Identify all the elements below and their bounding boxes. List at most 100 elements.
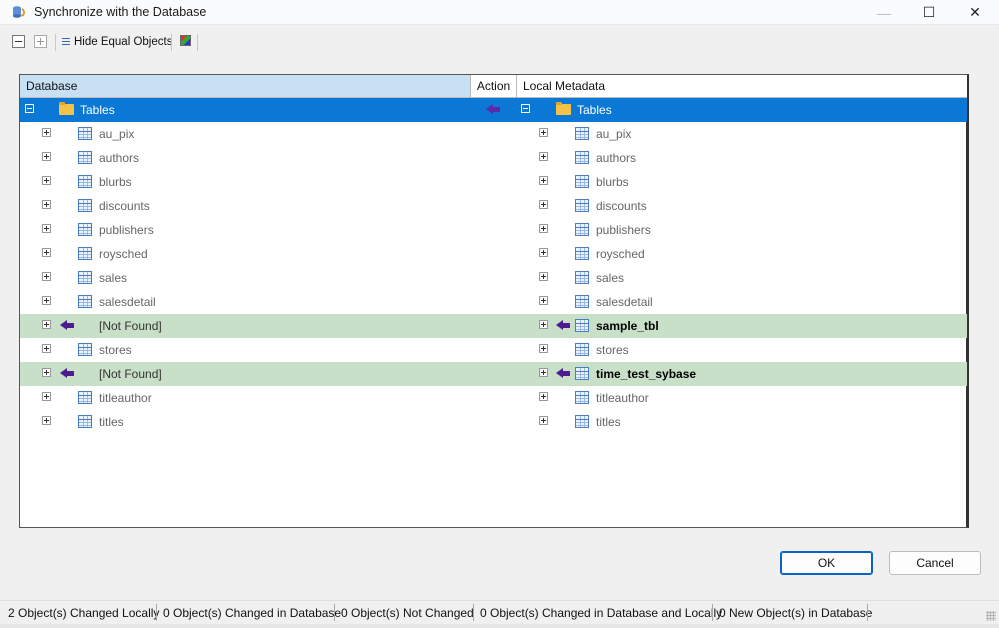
table-row[interactable]: stores stores: [20, 338, 967, 362]
database-table-name: au_pix: [99, 127, 135, 141]
expand-icon[interactable]: [42, 320, 51, 329]
status-separator: [712, 604, 713, 621]
close-button[interactable]: ✕: [952, 0, 998, 25]
collapse-icon[interactable]: [25, 104, 34, 113]
expand-icon[interactable]: [539, 200, 548, 209]
close-icon: ✕: [969, 4, 981, 20]
expand-icon[interactable]: [539, 296, 548, 305]
expand-icon[interactable]: [42, 416, 51, 425]
database-table-name: [Not Found]: [99, 319, 162, 333]
table-icon: [78, 175, 92, 188]
table-row[interactable]: salesdetail salesdetail: [20, 290, 967, 314]
cancel-button[interactable]: Cancel: [889, 551, 981, 575]
expand-icon[interactable]: [539, 344, 548, 353]
database-table-name: discounts: [99, 199, 150, 213]
expand-icon[interactable]: [42, 200, 51, 209]
table-icon: [575, 367, 589, 380]
maximize-icon: ☐: [922, 4, 936, 20]
table-icon: [78, 343, 92, 356]
table-icon: [78, 127, 92, 140]
database-table-name: salesdetail: [99, 295, 156, 309]
expand-all-icon[interactable]: [34, 35, 47, 48]
group-row-tables[interactable]: Tables Tables: [20, 98, 967, 122]
database-table-name: authors: [99, 151, 140, 165]
sync-arrow-left-icon[interactable]: [556, 320, 570, 331]
expand-icon[interactable]: [539, 152, 548, 161]
expand-icon[interactable]: [539, 416, 548, 425]
sync-arrow-left-icon[interactable]: [60, 368, 74, 379]
table-row[interactable]: blurbs blurbs: [20, 170, 967, 194]
database-group-label: Tables: [80, 103, 115, 117]
expand-icon[interactable]: [42, 128, 51, 137]
expand-icon[interactable]: [42, 176, 51, 185]
database-table-name: stores: [99, 343, 132, 357]
table-icon: [575, 175, 589, 188]
grid-header: Database Action Local Metadata: [20, 75, 967, 98]
minimize-button[interactable]: —: [861, 0, 907, 25]
expand-icon[interactable]: [42, 296, 51, 305]
folder-icon: [556, 102, 571, 115]
expand-icon[interactable]: [539, 224, 548, 233]
sync-arrow-left-icon[interactable]: [486, 104, 500, 115]
expand-icon[interactable]: [42, 392, 51, 401]
expand-icon[interactable]: [539, 392, 548, 401]
database-table-name: titleauthor: [99, 391, 152, 405]
table-row[interactable]: sales sales: [20, 266, 967, 290]
sync-arrow-left-icon[interactable]: [60, 320, 74, 331]
status-changed-locally: 2 Object(s) Changed Locally: [8, 606, 160, 620]
table-row[interactable]: authors authors: [20, 146, 967, 170]
table-icon: [78, 151, 92, 164]
expand-icon[interactable]: [539, 368, 548, 377]
expand-icon[interactable]: [539, 128, 548, 137]
table-icon: [78, 223, 92, 236]
ok-button[interactable]: OK: [780, 551, 873, 575]
expand-icon[interactable]: [42, 224, 51, 233]
collapse-all-icon[interactable]: [12, 35, 25, 48]
sync-arrow-left-icon[interactable]: [556, 368, 570, 379]
toolbar-separator: [55, 34, 56, 51]
local-group-label: Tables: [577, 103, 612, 117]
status-changed-in-database: 0 Object(s) Changed in Database: [163, 606, 342, 620]
maximize-button[interactable]: ☐: [906, 0, 952, 25]
status-bar: 2 Object(s) Changed Locally 0 Object(s) …: [0, 600, 999, 624]
expand-icon[interactable]: [42, 248, 51, 257]
color-legend-icon[interactable]: [180, 35, 191, 46]
expand-icon[interactable]: [42, 344, 51, 353]
table-row[interactable]: [Not Found] sample_tbl: [20, 314, 967, 338]
table-row[interactable]: discounts discounts: [20, 194, 967, 218]
column-header-database[interactable]: Database: [20, 75, 471, 97]
expand-icon[interactable]: [539, 248, 548, 257]
database-table-name: [Not Found]: [99, 367, 162, 381]
table-row[interactable]: titles titles: [20, 410, 967, 434]
expand-icon[interactable]: [539, 272, 548, 281]
hide-equal-objects-button[interactable]: Hide Equal Objects: [74, 36, 172, 48]
collapse-icon[interactable]: [521, 104, 530, 113]
expand-icon[interactable]: [539, 320, 548, 329]
table-icon: [575, 199, 589, 212]
status-changed-both: 0 Object(s) Changed in Database and Loca…: [480, 606, 723, 620]
local-table-name: time_test_sybase: [596, 367, 697, 381]
expand-icon[interactable]: [42, 152, 51, 161]
table-icon: [575, 127, 589, 140]
table-icon: [575, 391, 589, 404]
resize-grip-icon[interactable]: [986, 611, 996, 621]
table-row[interactable]: titleauthor titleauthor: [20, 386, 967, 410]
table-row[interactable]: au_pix au_pix: [20, 122, 967, 146]
table-row[interactable]: publishers publishers: [20, 218, 967, 242]
sync-database-icon: [13, 6, 25, 18]
expand-icon[interactable]: [42, 368, 51, 377]
table-icon: [575, 415, 589, 428]
status-separator: [334, 604, 335, 621]
database-table-name: titles: [99, 415, 124, 429]
table-row[interactable]: roysched roysched: [20, 242, 967, 266]
expand-icon[interactable]: [42, 272, 51, 281]
column-header-local-metadata[interactable]: Local Metadata: [517, 75, 967, 97]
table-icon: [78, 295, 92, 308]
table-icon: [575, 151, 589, 164]
hide-equal-icon: [62, 38, 70, 45]
table-row[interactable]: [Not Found] time_test_sybase: [20, 362, 967, 386]
comparison-grid[interactable]: Database Action Local Metadata Tables Ta…: [19, 74, 969, 528]
column-header-action[interactable]: Action: [471, 75, 517, 97]
database-table-name: blurbs: [99, 175, 132, 189]
expand-icon[interactable]: [539, 176, 548, 185]
